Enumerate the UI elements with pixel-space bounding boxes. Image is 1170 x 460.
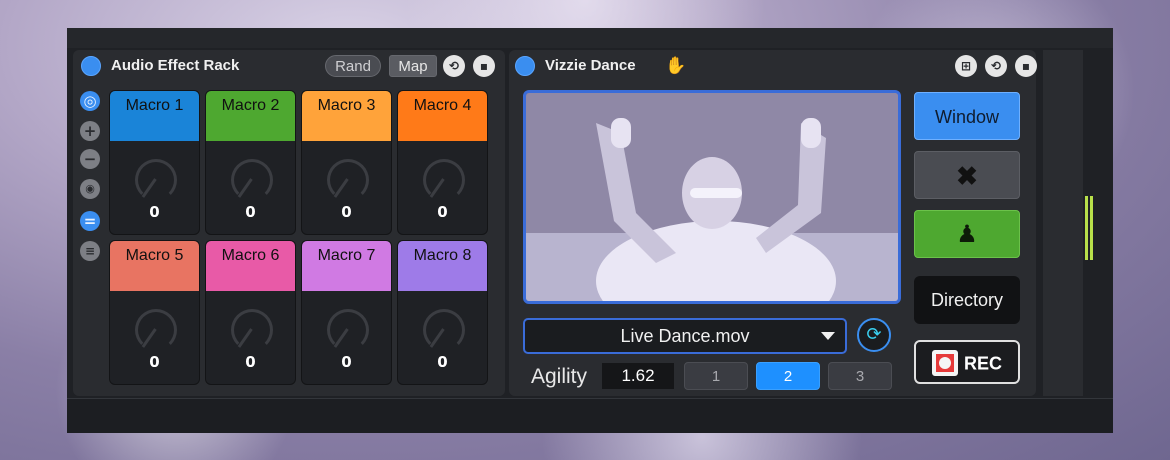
refresh-icon[interactable]: ⟳ <box>857 318 891 352</box>
movie-file-label: Live Dance.mov <box>620 326 750 346</box>
rack-header: Audio Effect Rack Rand Map ⟲ ▪ <box>73 50 505 80</box>
hot-swap-icon[interactable]: ⟲ <box>985 55 1007 77</box>
macro-label: Macro 1 <box>110 91 199 141</box>
snapshot-camera-icon[interactable]: ◉ <box>80 179 100 199</box>
add-macro-icon[interactable]: + <box>80 121 100 141</box>
top-strip <box>67 28 1113 48</box>
remove-macro-icon[interactable]: − <box>80 149 100 169</box>
macro-value: 0 <box>245 353 256 371</box>
vizzie-header: Vizzie Dance ✋ ⊞ ⟲ ▪ <box>509 50 1037 80</box>
macro-knob-8[interactable]: Macro 8 0 <box>397 240 488 385</box>
rec-label: REC <box>963 353 1002 374</box>
window-button[interactable]: Window <box>914 92 1020 140</box>
macro-knob-1[interactable]: Macro 1 0 <box>109 90 200 235</box>
macro-knob-7[interactable]: Macro 7 0 <box>301 240 392 385</box>
vizzie-power-button[interactable] <box>515 56 535 76</box>
rack-view-toggle-icon[interactable]: ◎ <box>80 91 100 111</box>
movie-file-select[interactable]: Live Dance.mov <box>523 318 847 354</box>
device-io-icon[interactable]: ⊞ <box>955 55 977 77</box>
chain-list-icon[interactable]: ≡ <box>80 241 100 261</box>
macro-value: 0 <box>437 353 448 371</box>
macro-value: 0 <box>245 203 256 221</box>
macro-label: Macro 2 <box>206 91 295 141</box>
meditation-figure-icon: ♟ <box>956 221 978 248</box>
show-macros-icon[interactable]: = <box>80 211 100 231</box>
segment-3-button[interactable]: 3 <box>828 362 892 390</box>
agility-value-field[interactable]: 1.62 <box>602 363 674 389</box>
rand-button[interactable]: Rand <box>325 55 381 77</box>
device-chain: Audio Effect Rack Rand Map ⟲ ▪ ◎ + − ◉ =… <box>67 28 1113 433</box>
directory-button[interactable]: Directory <box>914 276 1020 324</box>
dancer-silhouette <box>526 93 898 301</box>
macro-value: 0 <box>149 203 160 221</box>
macro-value: 0 <box>437 203 448 221</box>
posture-button[interactable]: ♟ <box>914 210 1020 258</box>
macro-knob-5[interactable]: Macro 5 0 <box>109 240 200 385</box>
audio-effect-rack: Audio Effect Rack Rand Map ⟲ ▪ ◎ + − ◉ =… <box>73 50 505 396</box>
rec-button[interactable]: REC <box>914 340 1020 384</box>
chevron-down-icon <box>821 332 835 340</box>
macro-label: Macro 6 <box>206 241 295 291</box>
macro-knob-4[interactable]: Macro 4 0 <box>397 90 488 235</box>
vizzie-title: Vizzie Dance <box>545 57 636 74</box>
bottom-strip <box>67 398 1113 433</box>
rack-title: Audio Effect Rack <box>111 57 240 74</box>
macro-value: 0 <box>149 353 160 371</box>
macro-value: 0 <box>341 353 352 371</box>
output-level-meter <box>1085 196 1093 260</box>
macro-label: Macro 3 <box>302 91 391 141</box>
fullscreen-button[interactable]: ✖ <box>914 151 1020 199</box>
macro-knob-3[interactable]: Macro 3 0 <box>301 90 392 235</box>
macro-label: Macro 5 <box>110 241 199 291</box>
video-preview <box>523 90 901 304</box>
hot-swap-icon[interactable]: ⟲ <box>443 55 465 77</box>
record-icon <box>931 350 958 377</box>
macro-label: Macro 4 <box>398 91 487 141</box>
segment-2-button[interactable]: 2 <box>756 362 820 390</box>
macro-knob-2[interactable]: Macro 2 0 <box>205 90 296 235</box>
macro-label: Macro 7 <box>302 241 391 291</box>
macro-label: Macro 8 <box>398 241 487 291</box>
hand-icon: ✋ <box>665 56 687 76</box>
rack-power-button[interactable] <box>81 56 101 76</box>
map-button[interactable]: Map <box>389 55 437 77</box>
agility-label: Agility <box>531 365 588 388</box>
meter-panel <box>1043 50 1083 396</box>
macro-knob-6[interactable]: Macro 6 0 <box>205 240 296 385</box>
save-preset-icon[interactable]: ▪ <box>1015 55 1037 77</box>
vizzie-dance-device: Vizzie Dance ✋ ⊞ ⟲ ▪ Window ✖ ♟ Director… <box>509 50 1037 396</box>
macro-value: 0 <box>341 203 352 221</box>
save-preset-icon[interactable]: ▪ <box>473 55 495 77</box>
fullscreen-icon: ✖ <box>956 161 978 191</box>
segment-1-button[interactable]: 1 <box>684 362 748 390</box>
